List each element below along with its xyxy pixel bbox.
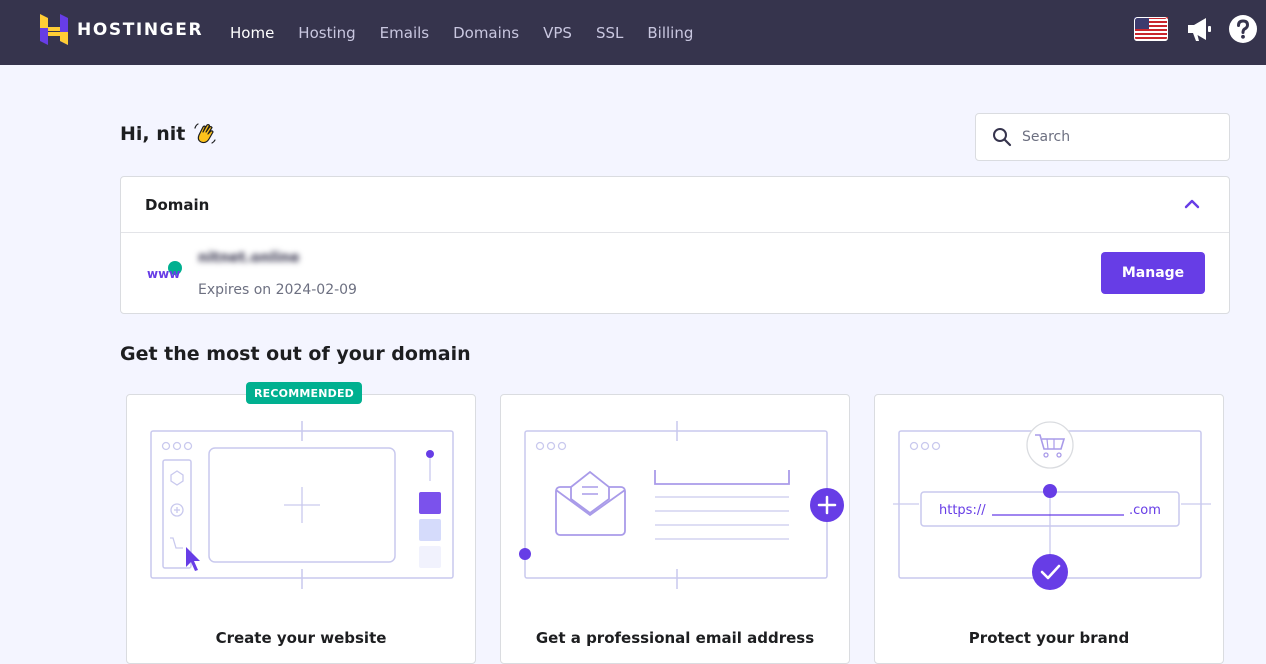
nav-item-hosting[interactable]: Hosting <box>298 24 355 42</box>
top-icons <box>1134 14 1258 44</box>
email-illustration <box>519 421 844 589</box>
search-box[interactable] <box>975 113 1230 161</box>
recommended-badge: RECOMMENDED <box>246 382 362 404</box>
protect-brand-illustration: https:// .com <box>893 421 1211 590</box>
greeting: Hi, nit <box>120 122 217 146</box>
protect-brand-card[interactable]: https:// .com Protect your brand <box>874 394 1224 664</box>
url-suffix-text: .com <box>1129 503 1161 518</box>
hostinger-logo-icon <box>40 14 68 45</box>
url-prefix-text: https:// <box>939 503 986 518</box>
domain-row: www nitnet.online Expires on 2024-02-09 … <box>121 234 1229 314</box>
megaphone-icon[interactable] <box>1184 14 1214 44</box>
domain-card-title: Domain <box>145 195 210 214</box>
us-flag-icon[interactable] <box>1134 17 1168 41</box>
nav-item-vps[interactable]: VPS <box>543 24 572 42</box>
chevron-up-icon[interactable] <box>1183 195 1201 213</box>
manage-button[interactable]: Manage <box>1101 252 1205 294</box>
domain-card: Domain www nitnet.online Expires on 2024… <box>120 176 1230 314</box>
greeting-text: Hi, nit <box>120 123 186 145</box>
create-website-card[interactable]: Create your website <box>126 394 476 664</box>
domain-card-header[interactable]: Domain <box>121 177 1229 233</box>
section-title: Get the most out of your domain <box>120 343 471 365</box>
domain-name: nitnet.online <box>198 250 300 266</box>
create-website-title: Create your website <box>215 629 387 647</box>
search-icon <box>993 128 1012 147</box>
nav-item-emails[interactable]: Emails <box>380 24 429 42</box>
hostinger-logo[interactable]: HOSTINGER <box>40 14 203 45</box>
brand-name: HOSTINGER <box>77 19 204 40</box>
protect-brand-title: Protect your brand <box>968 629 1130 647</box>
svg-text:www: www <box>147 267 180 281</box>
website-builder-illustration <box>150 421 454 589</box>
waving-hand-icon <box>194 123 216 144</box>
main-nav: Home Hosting Emails Domains VPS SSL Bill… <box>230 0 717 65</box>
www-icon: www <box>147 261 182 281</box>
top-navigation-bar: HOSTINGER Home Hosting Emails Domains VP… <box>0 0 1266 65</box>
nav-item-home[interactable]: Home <box>230 24 274 42</box>
nav-item-domains[interactable]: Domains <box>453 24 519 42</box>
nav-item-ssl[interactable]: SSL <box>596 24 623 42</box>
help-icon[interactable] <box>1228 14 1258 44</box>
professional-email-title: Get a professional email address <box>535 629 815 647</box>
search-input[interactable] <box>1022 129 1212 145</box>
domain-expiry: Expires on 2024-02-09 <box>198 282 357 298</box>
professional-email-card[interactable]: Get a professional email address <box>500 394 850 664</box>
nav-item-billing[interactable]: Billing <box>647 24 693 42</box>
